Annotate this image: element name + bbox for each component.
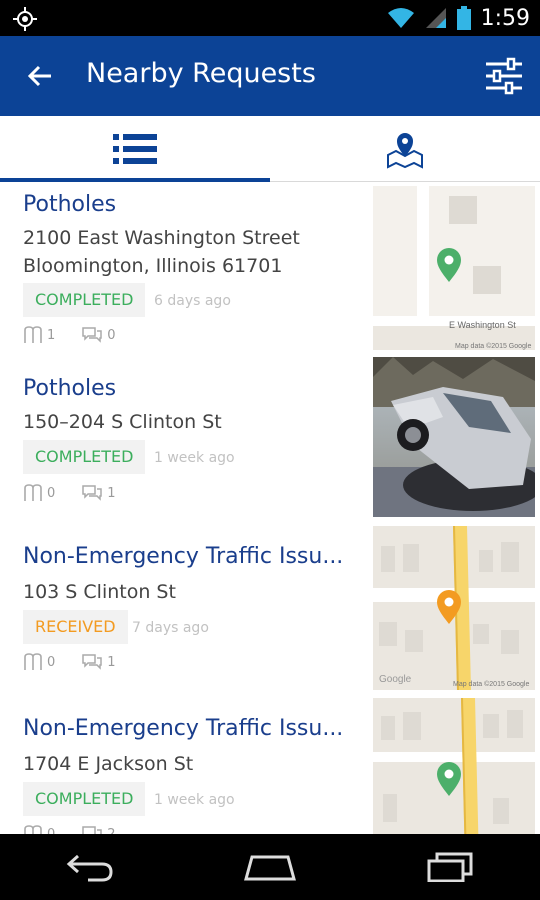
request-title: Non-Emergency Traffic Issu... [23,544,344,569]
request-address: 2100 East Washington Street Bloomington,… [23,224,300,280]
status-bar: 1:59 [0,0,540,36]
map-thumbnail[interactable]: Google Map data ©2015 Google [373,526,535,690]
request-address: 150–204 S Clinton St [23,408,222,436]
request-title: Potholes [23,192,117,217]
nav-back-button[interactable] [45,842,135,892]
address-line-1: 103 S Clinton St [23,581,176,603]
follow-count-value: 0 [47,826,56,835]
follow-icon [24,326,42,343]
request-title: Potholes [23,376,117,401]
list-item[interactable]: Potholes 2100 East Washington Street Blo… [0,182,540,354]
follow-count[interactable]: 0 [23,484,55,502]
request-list[interactable]: Potholes 2100 East Washington Street Blo… [0,182,540,834]
sliders-icon[interactable] [482,54,526,98]
status-badge: COMPLETED [23,283,146,317]
map-thumbnail[interactable] [373,698,535,834]
comment-count-value: 0 [107,327,116,343]
nav-home-icon [244,855,296,881]
nav-recents-button[interactable] [405,842,495,892]
follow-count[interactable]: 1 [23,326,55,344]
list-icon [113,133,157,164]
back-button[interactable] [16,56,64,96]
follow-icon [24,653,42,670]
follow-count-value: 0 [47,654,56,670]
follow-count[interactable]: 0 [23,653,55,671]
comment-count-value: 1 [107,485,116,501]
comment-count-value: 2 [107,826,116,835]
tab-map[interactable] [270,116,540,181]
street-label: E Washington St [449,320,516,330]
status-badge: COMPLETED [23,440,146,474]
follow-count-value: 0 [47,485,56,501]
comment-count-value: 1 [107,654,116,670]
address-line-1: 150–204 S Clinton St [23,411,222,433]
wifi-icon [387,8,414,28]
address-line-1: 1704 E Jackson St [23,753,194,775]
request-address: 1704 E Jackson St [23,750,193,778]
arrow-left-icon [27,65,51,87]
counts: 0 1 [23,653,142,671]
time-ago: 1 week ago [154,792,235,808]
counts: 0 1 [23,484,142,502]
follow-count-value: 1 [47,327,56,343]
counts: 0 2 [23,825,142,834]
battery-icon [456,6,471,30]
map-thumbnail-graphic: E Washington St Map data ©2015 Google [373,186,535,350]
comment-count[interactable]: 0 [81,326,116,344]
comment-count[interactable]: 2 [81,825,116,835]
follow-icon [24,825,42,834]
time-ago: 6 days ago [154,293,231,309]
map-thumbnail-graphic: Google Map data ©2015 Google [373,526,535,690]
location-crosshair-icon [13,7,37,31]
comment-icon [82,654,103,670]
comment-count[interactable]: 1 [81,653,116,671]
nav-home-button[interactable] [225,842,315,892]
tab-list[interactable] [0,116,270,182]
map-thumbnail[interactable]: E Washington St Map data ©2015 Google [373,186,535,350]
comment-icon [82,826,103,834]
sinkhole-car-photo [373,357,535,517]
list-item[interactable]: Non-Emergency Traffic Issu... 1704 E Jac… [0,694,540,834]
signal-icon [425,8,446,28]
page-title: Nearby Requests [86,58,316,89]
counts: 1 0 [23,326,142,344]
comment-icon [82,327,103,343]
nav-recents-icon [427,852,473,882]
comment-icon [82,485,103,501]
comment-count[interactable]: 1 [81,484,116,502]
google-logo: Google [379,674,412,685]
nav-back-icon [66,854,113,882]
status-time: 1:59 [480,5,530,31]
follow-count[interactable]: 0 [23,825,55,834]
address-line-1: 2100 East Washington Street [23,227,300,249]
app-bar: Nearby Requests [0,36,540,116]
request-address: 103 S Clinton St [23,578,176,606]
status-badge: RECEIVED [23,610,128,644]
map-thumbnail-graphic [373,698,535,834]
follow-icon [24,484,42,501]
time-ago: 1 week ago [154,450,235,466]
request-title: Non-Emergency Traffic Issu... [23,716,344,741]
map-pin-icon [387,132,423,169]
list-item[interactable]: Non-Emergency Traffic Issu... 103 S Clin… [0,522,540,694]
map-attribution: Map data ©2015 Google [453,680,529,688]
address-line-2: Bloomington, Illinois 61701 [23,255,283,277]
photo-thumbnail[interactable] [373,357,535,517]
view-tabs [0,116,540,182]
status-badge: COMPLETED [23,782,146,816]
system-nav-bar [0,834,540,900]
map-attribution: Map data ©2015 Google [455,342,531,350]
time-ago: 7 days ago [132,620,209,636]
list-item[interactable]: Potholes 150–204 S Clinton St COMPLETED … [0,354,540,522]
